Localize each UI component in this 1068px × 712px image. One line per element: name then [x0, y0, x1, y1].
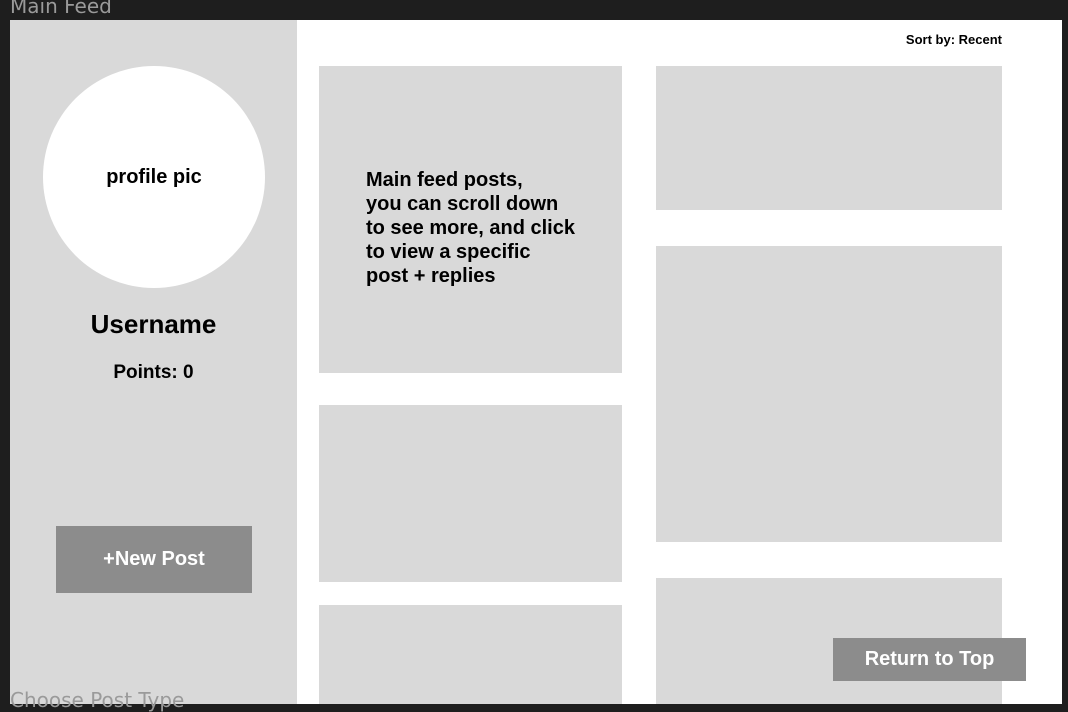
feed-post-card[interactable]: Main feed posts, you can scroll down to … — [319, 66, 622, 373]
main-feed-frame: profile pic Username Points: 0 +New Post… — [10, 20, 1062, 704]
points-count: Points: 0 — [113, 362, 194, 383]
sort-dropdown[interactable]: Sort by: Recent — [850, 32, 1002, 47]
post-text: Main feed posts, you can scroll down to … — [366, 169, 575, 287]
next-frame-title: Choose Post Type — [10, 688, 185, 712]
username: Username — [90, 309, 217, 339]
feed-post-card[interactable] — [656, 246, 1002, 542]
avatar-label: profile pic — [106, 165, 202, 188]
frame-title: Main Feed — [10, 0, 112, 18]
profile-sidebar: profile pic Username Points: 0 +New Post — [10, 20, 297, 704]
feed-post-card[interactable] — [319, 605, 622, 704]
feed-post-card[interactable] — [319, 405, 622, 582]
avatar[interactable]: profile pic — [43, 66, 265, 288]
return-to-top-button[interactable]: Return to Top — [833, 638, 1026, 681]
new-post-button[interactable]: +New Post — [56, 526, 252, 593]
feed-post-card[interactable] — [656, 66, 1002, 210]
